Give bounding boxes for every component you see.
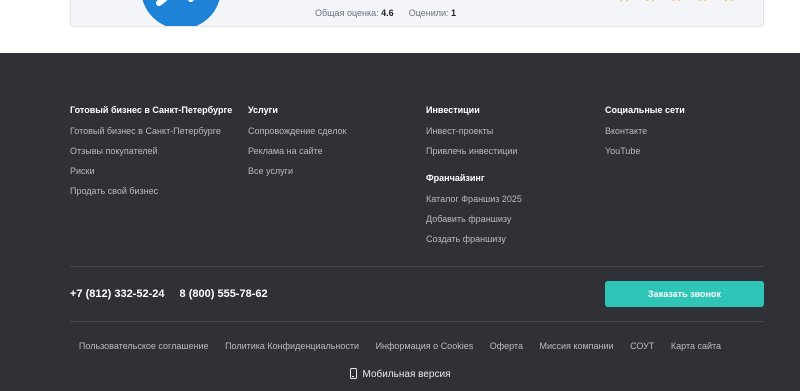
footer-link[interactable]: Инвест-проекты <box>426 125 522 137</box>
divider <box>70 321 764 322</box>
legal-links: Пользовательское соглашение Политика Кон… <box>0 341 800 351</box>
footer-column-business: Готовый бизнес в Санкт-Петербурге Готовы… <box>70 104 232 197</box>
link-user-agreement[interactable]: Пользовательское соглашение <box>79 341 209 351</box>
footer-column-social: Социальные сети Вконтакте YouTube <box>605 104 685 157</box>
smartphone-icon <box>349 368 357 379</box>
link-mission[interactable]: Миссия компании <box>539 341 613 351</box>
column-title: Социальные сети <box>605 105 685 115</box>
rating-stars: ★ ★ ★ ★ ★ <box>616 0 737 10</box>
link-sout[interactable]: СОУТ <box>630 341 654 351</box>
footer-link[interactable]: Реклама на сайте <box>248 145 347 157</box>
footer-column-investments: Инвестиции Инвест-проекты Привлечь инвес… <box>426 104 522 245</box>
footer-link[interactable]: Привлечь инвестиции <box>426 145 522 157</box>
site-footer: Готовый бизнес в Санкт-Петербурге Готовы… <box>0 53 800 391</box>
votes-label: Оценили: <box>408 8 449 18</box>
star-icon: ★ <box>668 0 684 1</box>
rating-value: 4.6 <box>381 8 394 18</box>
phone-numbers: +7 (812) 332-52-24 8 (800) 555-78-62 <box>70 288 280 300</box>
rating-summary: Общая оценка: 4.6 Оценили: 1 <box>315 8 456 18</box>
mobile-version-label: Мобильная версия <box>362 369 451 380</box>
column-title: Инвестиции <box>426 105 480 115</box>
link-sitemap[interactable]: Карта сайта <box>671 341 721 351</box>
column-title: Услуги <box>248 105 278 115</box>
star-icon: ★ <box>616 0 632 1</box>
top-area: Общая оценка: 4.6 Оценили: 1 ★ ★ ★ ★ ★ <box>0 0 800 53</box>
phone-free[interactable]: 8 (800) 555-78-62 <box>180 288 268 300</box>
column-subtitle-franchising: Франчайзинг <box>426 173 485 183</box>
footer-link[interactable]: Отзывы покупателей <box>70 145 232 157</box>
mobile-version-link[interactable]: Мобильная версия <box>0 368 800 380</box>
star-icon: ★ <box>642 0 658 1</box>
star-icon: ★ <box>694 0 710 1</box>
link-offer[interactable]: Оферта <box>490 341 523 351</box>
footer-link[interactable]: Сопровождение сделок <box>248 125 347 137</box>
footer-link[interactable]: Готовый бизнес в Санкт-Петербурге <box>70 125 232 137</box>
link-privacy-policy[interactable]: Политика Конфиденциальности <box>225 341 359 351</box>
footer-link[interactable]: Все услуги <box>248 165 347 177</box>
star-icon: ★ <box>721 0 737 1</box>
footer-link[interactable]: Создать франшизу <box>426 233 522 245</box>
social-link-vk[interactable]: Вконтакте <box>605 125 685 137</box>
order-call-button[interactable]: Заказать звонок <box>605 281 764 307</box>
footer-link[interactable]: Каталог Франшиз 2025 <box>426 193 522 205</box>
link-cookies[interactable]: Информация о Cookies <box>376 341 474 351</box>
footer-column-services: Услуги Сопровождение сделок Реклама на с… <box>248 104 347 177</box>
column-title: Готовый бизнес в Санкт-Петербурге <box>70 105 233 115</box>
rating-label: Общая оценка: <box>315 8 379 18</box>
social-link-youtube[interactable]: YouTube <box>605 145 685 157</box>
footer-link[interactable]: Риски <box>70 165 232 177</box>
phone-spb[interactable]: +7 (812) 332-52-24 <box>70 288 164 300</box>
company-logo <box>142 0 220 26</box>
divider <box>70 266 764 267</box>
footer-link[interactable]: Продать свой бизнес <box>70 185 232 197</box>
footer-link[interactable]: Добавить франшизу <box>426 213 522 225</box>
votes-value: 1 <box>451 8 457 18</box>
